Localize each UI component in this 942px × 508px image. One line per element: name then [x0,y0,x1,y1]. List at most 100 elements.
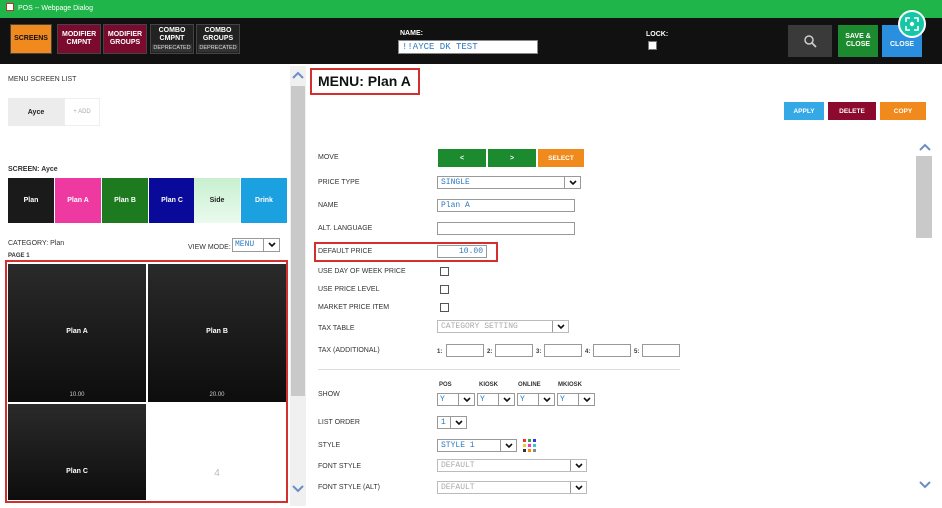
search-icon [804,35,817,48]
screen-tab-ayce[interactable]: Ayce [8,98,64,126]
delete-button[interactable]: DELETE [828,102,876,120]
chevron-down-icon[interactable] [918,480,932,490]
alt-language-input[interactable] [437,222,575,235]
category-side[interactable]: Side [194,178,240,223]
price-type-label: PRICE TYPE [318,179,360,186]
default-price-label: DEFAULT PRICE [318,248,373,255]
left-scrollbar-thumb[interactable] [291,86,305,396]
market-price-label: MARKET PRICE ITEM [318,304,390,311]
category-plan-b[interactable]: Plan B [102,178,148,223]
menu-screen-list-label: MENU SCREEN LIST [8,76,77,83]
tax-table-select[interactable]: CATEGORY SETTING [437,320,569,333]
font-style-alt-select[interactable]: DEFAULT [437,481,587,494]
font-style-label: FONT STYLE [318,463,362,470]
tax-slot-5-label: 5: [634,349,640,355]
tax-table-label: TAX TABLE [318,325,355,332]
list-order-label: LIST ORDER [318,419,360,426]
color-palette-icon[interactable] [523,439,536,452]
search-button[interactable] [788,25,832,57]
move-prev-button[interactable]: < [438,149,486,167]
use-price-level-label: USE PRICE LEVEL [318,286,380,293]
tax-slot-3-input[interactable] [544,344,582,357]
screens-button[interactable]: SCREENS [10,24,52,54]
chevron-down-icon [570,460,586,471]
modifier-groups-button[interactable]: MODIFIER GROUPS [103,24,147,54]
use-dow-price-checkbox[interactable] [440,267,449,276]
show-pos-label: POS [439,382,452,388]
chevron-down-icon [458,394,474,405]
category-plan[interactable]: Plan [8,178,54,223]
alt-language-label: ALT. LANGUAGE [318,225,373,232]
combo-cmpnt-label: COMBO CMPNT [158,26,186,42]
tax-slot-1-input[interactable] [446,344,484,357]
modifier-cmpnt-button[interactable]: MODIFIER CMPNT [57,24,101,54]
item-name-label: NAME [318,202,339,209]
show-online-select[interactable]: Y [517,393,555,406]
add-screen-button[interactable]: + ADD [64,98,100,126]
price-type-value: SINGLE [441,178,470,187]
use-price-level-checkbox[interactable] [440,285,449,294]
name-label: NAME: [400,30,423,37]
show-mkiosk-label: MKIOSK [558,382,582,388]
show-mkiosk-select[interactable]: Y [557,393,595,406]
chevron-up-icon[interactable] [291,70,305,80]
style-select[interactable]: STYLE 1 [437,439,517,452]
apply-button[interactable]: APPLY [784,102,824,120]
font-style-alt-label: FONT STYLE (ALT) [318,484,380,491]
market-price-checkbox[interactable] [440,303,449,312]
combo-cmpnt-button[interactable]: COMBO CMPNT DEPRECATED [150,24,194,54]
show-kiosk-label: KIOSK [479,382,499,388]
detail-pane [306,64,942,508]
screen-capture-icon[interactable] [898,10,926,38]
category-plan-a[interactable]: Plan A [55,178,101,223]
chevron-down-icon [450,417,466,428]
tax-slot-4-input[interactable] [593,344,631,357]
chevron-down-icon[interactable] [291,484,305,494]
save-close-button[interactable]: SAVE & CLOSE [838,25,878,57]
show-label: SHOW [318,391,340,398]
tax-slot-5-input[interactable] [642,344,680,357]
font-style-value: DEFAULT [441,461,475,470]
list-order-select[interactable]: 1 [437,416,467,429]
font-style-select[interactable]: DEFAULT [437,459,587,472]
show-kiosk-select[interactable]: Y [477,393,515,406]
show-pos-value: Y [440,395,445,404]
tax-slot-2-input[interactable] [495,344,533,357]
section-divider [318,369,680,370]
font-style-alt-value: DEFAULT [441,483,475,492]
combo-groups-button[interactable]: COMBO GROUPS DEPRECATED [196,24,240,54]
tax-slot-4-label: 4: [585,349,591,355]
show-pos-select[interactable]: Y [437,393,475,406]
chevron-down-icon [498,394,514,405]
show-online-label: ONLINE [518,382,541,388]
name-input[interactable]: !!AYCE DK TEST [398,40,538,54]
show-kiosk-value: Y [480,395,485,404]
app-icon [6,3,14,11]
window-titlebar: POS -- Webpage Dialog [0,0,942,18]
move-select-button[interactable]: SELECT [538,149,584,167]
lock-checkbox[interactable] [648,41,657,50]
page-label: PAGE 1 [8,253,30,259]
chevron-down-icon [578,394,594,405]
chevron-down-icon [538,394,554,405]
category-plan-c[interactable]: Plan C [149,178,195,223]
combo-groups-deprecated: DEPRECATED [198,43,238,52]
chevron-down-icon [263,239,279,251]
use-dow-price-label: USE DAY OF WEEK PRICE [318,268,406,275]
view-mode-select[interactable]: MENU [232,238,280,252]
tax-additional-label: TAX (ADDITIONAL) [318,347,380,354]
chevron-down-icon [500,440,516,451]
combo-cmpnt-deprecated: DEPRECATED [152,43,192,52]
modifier-cmpnt-label: MODIFIER CMPNT [62,31,97,46]
category-drink[interactable]: Drink [241,178,287,223]
copy-button[interactable]: COPY [880,102,926,120]
combo-groups-label: COMBO GROUPS [202,26,234,42]
move-next-button[interactable]: > [488,149,536,167]
price-type-select[interactable]: SINGLE [437,176,581,189]
item-name-input[interactable]: Plan A [437,199,575,212]
chevron-up-icon[interactable] [918,142,932,152]
save-close-label: SAVE & CLOSE [845,33,871,48]
chevron-down-icon [570,482,586,493]
default-price-input[interactable]: 10.00 [437,245,487,258]
detail-scrollbar-thumb[interactable] [916,156,932,238]
